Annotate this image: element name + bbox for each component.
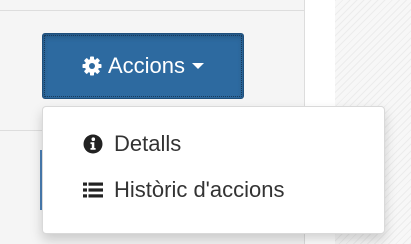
panel-top-border [0, 10, 305, 11]
menu-item-action-history[interactable]: Històric d'accions [43, 167, 384, 213]
actions-dropdown-button[interactable]: Accions [42, 33, 244, 99]
list-icon [83, 182, 103, 198]
gear-icon [82, 56, 102, 76]
info-circle-icon [83, 134, 103, 154]
actions-dropdown-menu: Detalls Històric d'accions [42, 106, 385, 234]
actions-button-label: Accions [107, 53, 186, 78]
caret-down-icon [192, 63, 205, 69]
menu-item-label: Detalls [114, 131, 182, 156]
menu-item-details[interactable]: Detalls [43, 121, 384, 167]
menu-item-label: Històric d'accions [114, 177, 285, 202]
